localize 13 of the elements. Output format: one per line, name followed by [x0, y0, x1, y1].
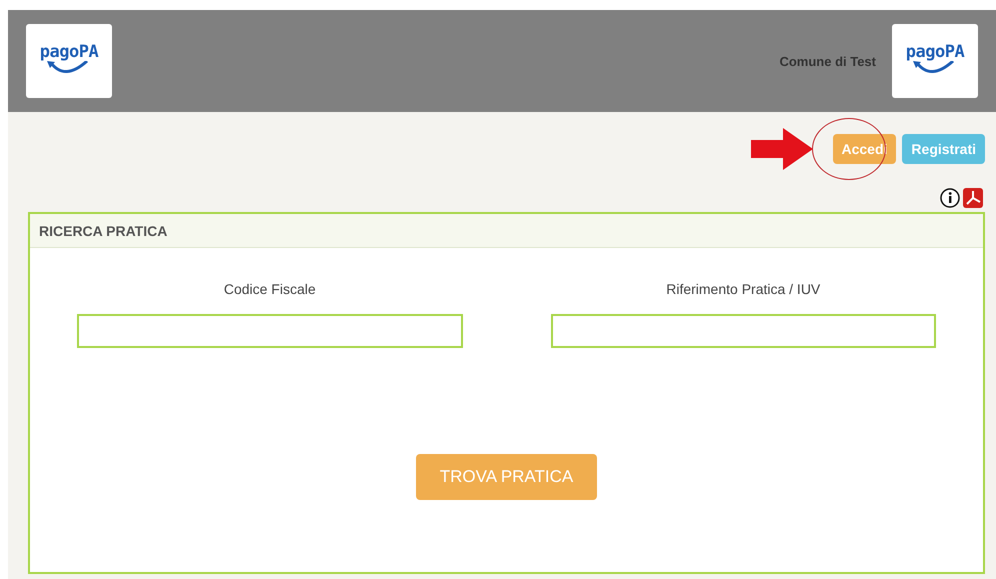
entity-name: Comune di Test: [779, 54, 876, 68]
pdf-icon[interactable]: [963, 188, 983, 208]
arrow-icon: [750, 128, 812, 170]
input-field[interactable]: [550, 314, 936, 348]
input-field[interactable]: [77, 314, 462, 348]
logo: pagoPA: [892, 24, 978, 98]
info-icon[interactable]: [940, 188, 960, 208]
field-label: Codice Fiscale: [224, 281, 316, 297]
logo: pagoPA: [26, 24, 112, 98]
register-button[interactable]: Registrati: [902, 134, 985, 164]
search-button[interactable]: TROVA PRATICA: [416, 454, 597, 500]
panel-title: RICERCA PRATICA: [39, 222, 168, 238]
field-label: Riferimento Pratica / IUV: [666, 281, 820, 297]
